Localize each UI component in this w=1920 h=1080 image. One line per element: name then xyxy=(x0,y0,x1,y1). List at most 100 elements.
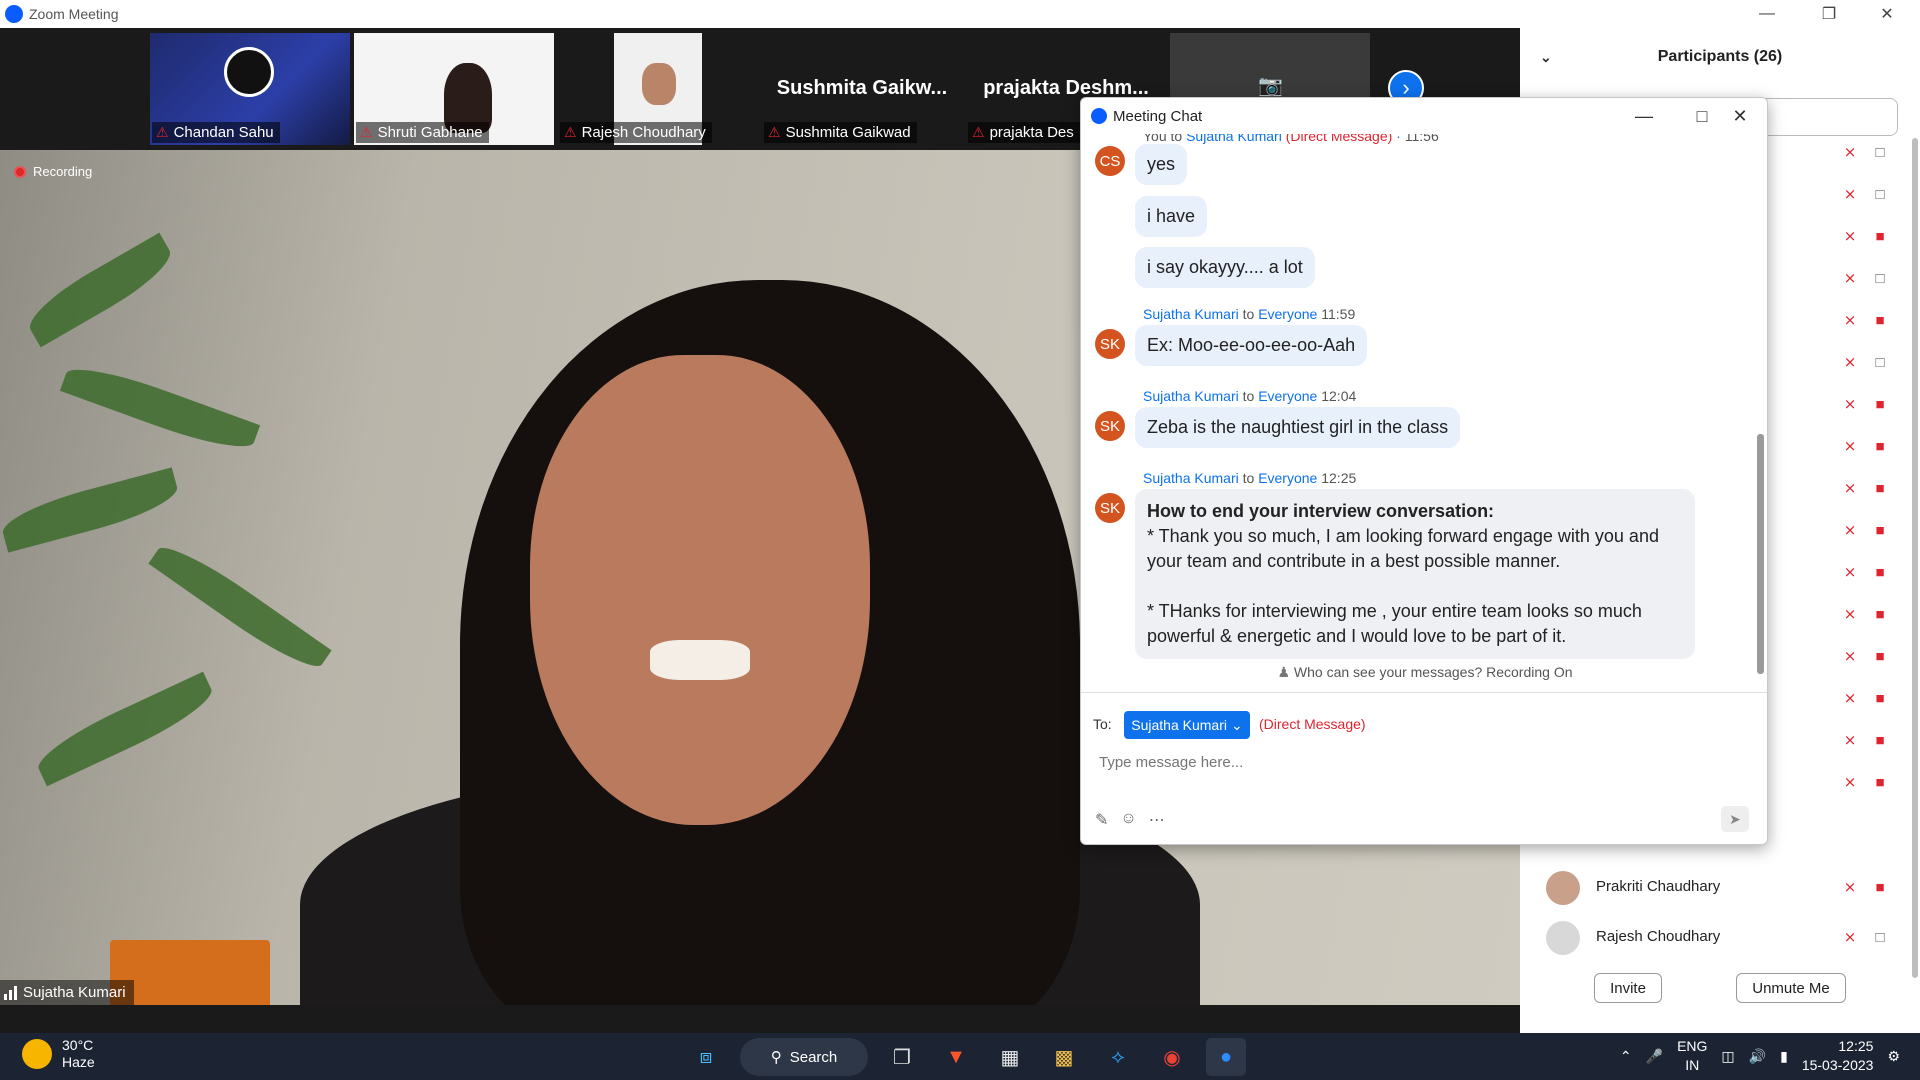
people-icon: ♟ xyxy=(1277,664,1291,680)
network-icon[interactable]: ◫ xyxy=(1721,1048,1734,1065)
invite-button[interactable]: Invite xyxy=(1594,973,1662,1003)
video-off-icon[interactable]: ■ xyxy=(1870,394,1890,414)
mic-muted-icon[interactable]: ⨯ xyxy=(1840,730,1860,750)
minimize-icon[interactable]: — xyxy=(1744,0,1790,28)
mic-muted-icon[interactable]: ⨯ xyxy=(1840,268,1860,288)
close-icon[interactable]: ✕ xyxy=(1715,98,1765,134)
battery-icon[interactable]: ▮ xyxy=(1780,1048,1788,1065)
vscode-icon[interactable]: ⟡ xyxy=(1098,1038,1138,1076)
recording-indicator[interactable]: Recording xyxy=(14,164,92,179)
mic-muted-icon[interactable]: ⨯ xyxy=(1840,520,1860,540)
video-off-icon[interactable]: ■ xyxy=(1870,877,1890,897)
emoji-icon[interactable]: ☺ xyxy=(1120,810,1136,830)
mic-muted-icon[interactable]: ⨯ xyxy=(1840,142,1860,162)
region-code[interactable]: IN xyxy=(1677,1056,1707,1075)
mic-muted-icon[interactable]: ⨯ xyxy=(1840,562,1860,582)
chat-bubble: i say okayyy.... a lot xyxy=(1135,247,1315,288)
video-off-icon[interactable]: ■ xyxy=(1870,520,1890,540)
unmute-me-button[interactable]: Unmute Me xyxy=(1736,973,1846,1003)
microsoft-store-icon[interactable]: ▦ xyxy=(990,1038,1030,1076)
chat-scrollbar[interactable] xyxy=(1757,434,1764,674)
person-face xyxy=(530,355,870,825)
notifications-icon[interactable]: ⚙ xyxy=(1887,1048,1900,1065)
video-off-icon[interactable]: ■ xyxy=(1870,688,1890,708)
video-off-icon[interactable]: ■ xyxy=(1870,730,1890,750)
video-off-icon[interactable]: ■ xyxy=(1870,478,1890,498)
video-off-icon[interactable]: ■ xyxy=(1870,436,1890,456)
recipient-select[interactable]: Sujatha Kumari ⌄ xyxy=(1124,711,1250,739)
avatar: SK xyxy=(1095,329,1125,359)
video-icon[interactable]: □ xyxy=(1870,352,1890,372)
mic-muted-icon[interactable]: ⨯ xyxy=(1840,927,1860,947)
mic-muted-icon[interactable]: ⨯ xyxy=(1840,877,1860,897)
video-off-icon[interactable]: ■ xyxy=(1870,226,1890,246)
volume-icon[interactable]: 🔊 xyxy=(1749,1048,1766,1065)
start-windows-icon[interactable]: ⧈ xyxy=(686,1038,726,1076)
chat-titlebar: Meeting Chat — □ ✕ xyxy=(1081,98,1767,134)
video-icon[interactable]: □ xyxy=(1870,142,1890,162)
restore-icon[interactable]: ❐ xyxy=(1806,0,1852,28)
mic-muted-icon[interactable]: ⨯ xyxy=(1840,646,1860,666)
file-explorer-icon[interactable]: ▩ xyxy=(1044,1038,1084,1076)
minimize-icon[interactable]: — xyxy=(1619,98,1669,134)
taskbar-search-button[interactable]: ⚲ Search xyxy=(740,1038,868,1076)
mic-muted-icon: ⚠ xyxy=(156,124,169,140)
zoom-logo-icon xyxy=(1091,108,1107,124)
more-options-icon[interactable]: ⋯ xyxy=(1149,810,1165,830)
participants-header: ⌄ Participants (26) xyxy=(1520,28,1920,86)
video-off-icon[interactable]: ■ xyxy=(1870,562,1890,582)
close-icon[interactable]: ✕ xyxy=(1864,0,1910,28)
chat-message-list[interactable]: You to Sujatha Kumari (Direct Message) ·… xyxy=(1081,134,1767,754)
mic-muted-icon[interactable]: ⨯ xyxy=(1840,394,1860,414)
mic-muted-icon[interactable]: ⨯ xyxy=(1840,310,1860,330)
chevron-down-icon[interactable]: ⌄ xyxy=(1540,49,1552,66)
send-button[interactable]: ➤ xyxy=(1721,806,1749,832)
zoom-app-icon[interactable]: ● xyxy=(1206,1038,1246,1076)
mic-muted-icon[interactable]: ⨯ xyxy=(1840,478,1860,498)
mic-muted-icon[interactable]: ⨯ xyxy=(1840,436,1860,456)
windows-taskbar: 30°C Haze ⧈ ⚲ Search ❐ ▼ ▦ ▩ ⟡ ◉ ● ⌃ 🎤 ENG… xyxy=(0,1033,1920,1080)
message-visibility-notice[interactable]: ♟ Who can see your messages? Recording O… xyxy=(1081,664,1767,681)
video-icon[interactable]: □ xyxy=(1870,184,1890,204)
brave-browser-icon[interactable]: ▼ xyxy=(936,1038,976,1076)
mic-muted-icon[interactable]: ⨯ xyxy=(1840,772,1860,792)
chat-toolbar: ✎ ☺ ⋯ xyxy=(1095,810,1165,830)
recording-dot-icon xyxy=(14,165,26,178)
participant-row[interactable]: Rajesh Choudhary ⨯ □ xyxy=(1520,913,1920,963)
clock[interactable]: 12:25 15-03-2023 xyxy=(1802,1037,1874,1075)
send-icon: ➤ xyxy=(1729,810,1741,827)
mic-muted-icon[interactable]: ⨯ xyxy=(1840,184,1860,204)
participant-name: Shruti Gabhane xyxy=(377,124,483,141)
chat-bubble: Zeba is the naughtiest girl in the class xyxy=(1135,407,1461,448)
video-tile[interactable]: ⚠ Rajesh Choudhary xyxy=(558,33,758,145)
video-icon[interactable]: □ xyxy=(1870,268,1890,288)
participant-name: Rajesh Choudhary xyxy=(1596,928,1721,945)
language-code[interactable]: ENG xyxy=(1677,1037,1707,1056)
format-text-icon[interactable]: ✎ xyxy=(1095,810,1108,830)
window-title: Zoom Meeting xyxy=(29,6,119,22)
video-off-icon[interactable]: ■ xyxy=(1870,604,1890,624)
video-icon[interactable]: □ xyxy=(1870,927,1890,947)
plant-leaf xyxy=(30,671,220,787)
tile-label: ⚠ Sushmita Gaikwad xyxy=(764,122,917,143)
chat-message-input[interactable] xyxy=(1099,748,1699,776)
speaker-label: Sujatha Kumari xyxy=(0,980,134,1005)
mic-muted-icon[interactable]: ⨯ xyxy=(1840,226,1860,246)
video-off-icon[interactable]: ■ xyxy=(1870,310,1890,330)
chrome-icon[interactable]: ◉ xyxy=(1152,1038,1192,1076)
mic-muted-icon[interactable]: ⨯ xyxy=(1840,352,1860,372)
video-tile[interactable]: ⚠ Shruti Gabhane xyxy=(354,33,554,145)
microphone-icon[interactable]: 🎤 xyxy=(1646,1048,1663,1065)
participant-name: prajakta Des xyxy=(989,124,1074,141)
mic-muted-icon[interactable]: ⨯ xyxy=(1840,604,1860,624)
video-off-icon[interactable]: ■ xyxy=(1870,772,1890,792)
video-tile[interactable]: Sushmita Gaikw... ⚠ Sushmita Gaikwad xyxy=(762,33,962,145)
participants-scrollbar[interactable] xyxy=(1912,138,1918,978)
video-tile[interactable]: ⚠ Chandan Sahu xyxy=(150,33,350,145)
video-off-icon[interactable]: ■ xyxy=(1870,646,1890,666)
weather-widget[interactable]: 30°C Haze xyxy=(22,1037,95,1071)
chevron-up-icon[interactable]: ⌃ xyxy=(1620,1048,1632,1065)
participant-row[interactable]: Prakriti Chaudhary ⨯ ■ xyxy=(1520,863,1920,913)
task-view-icon[interactable]: ❐ xyxy=(882,1038,922,1076)
mic-muted-icon[interactable]: ⨯ xyxy=(1840,688,1860,708)
